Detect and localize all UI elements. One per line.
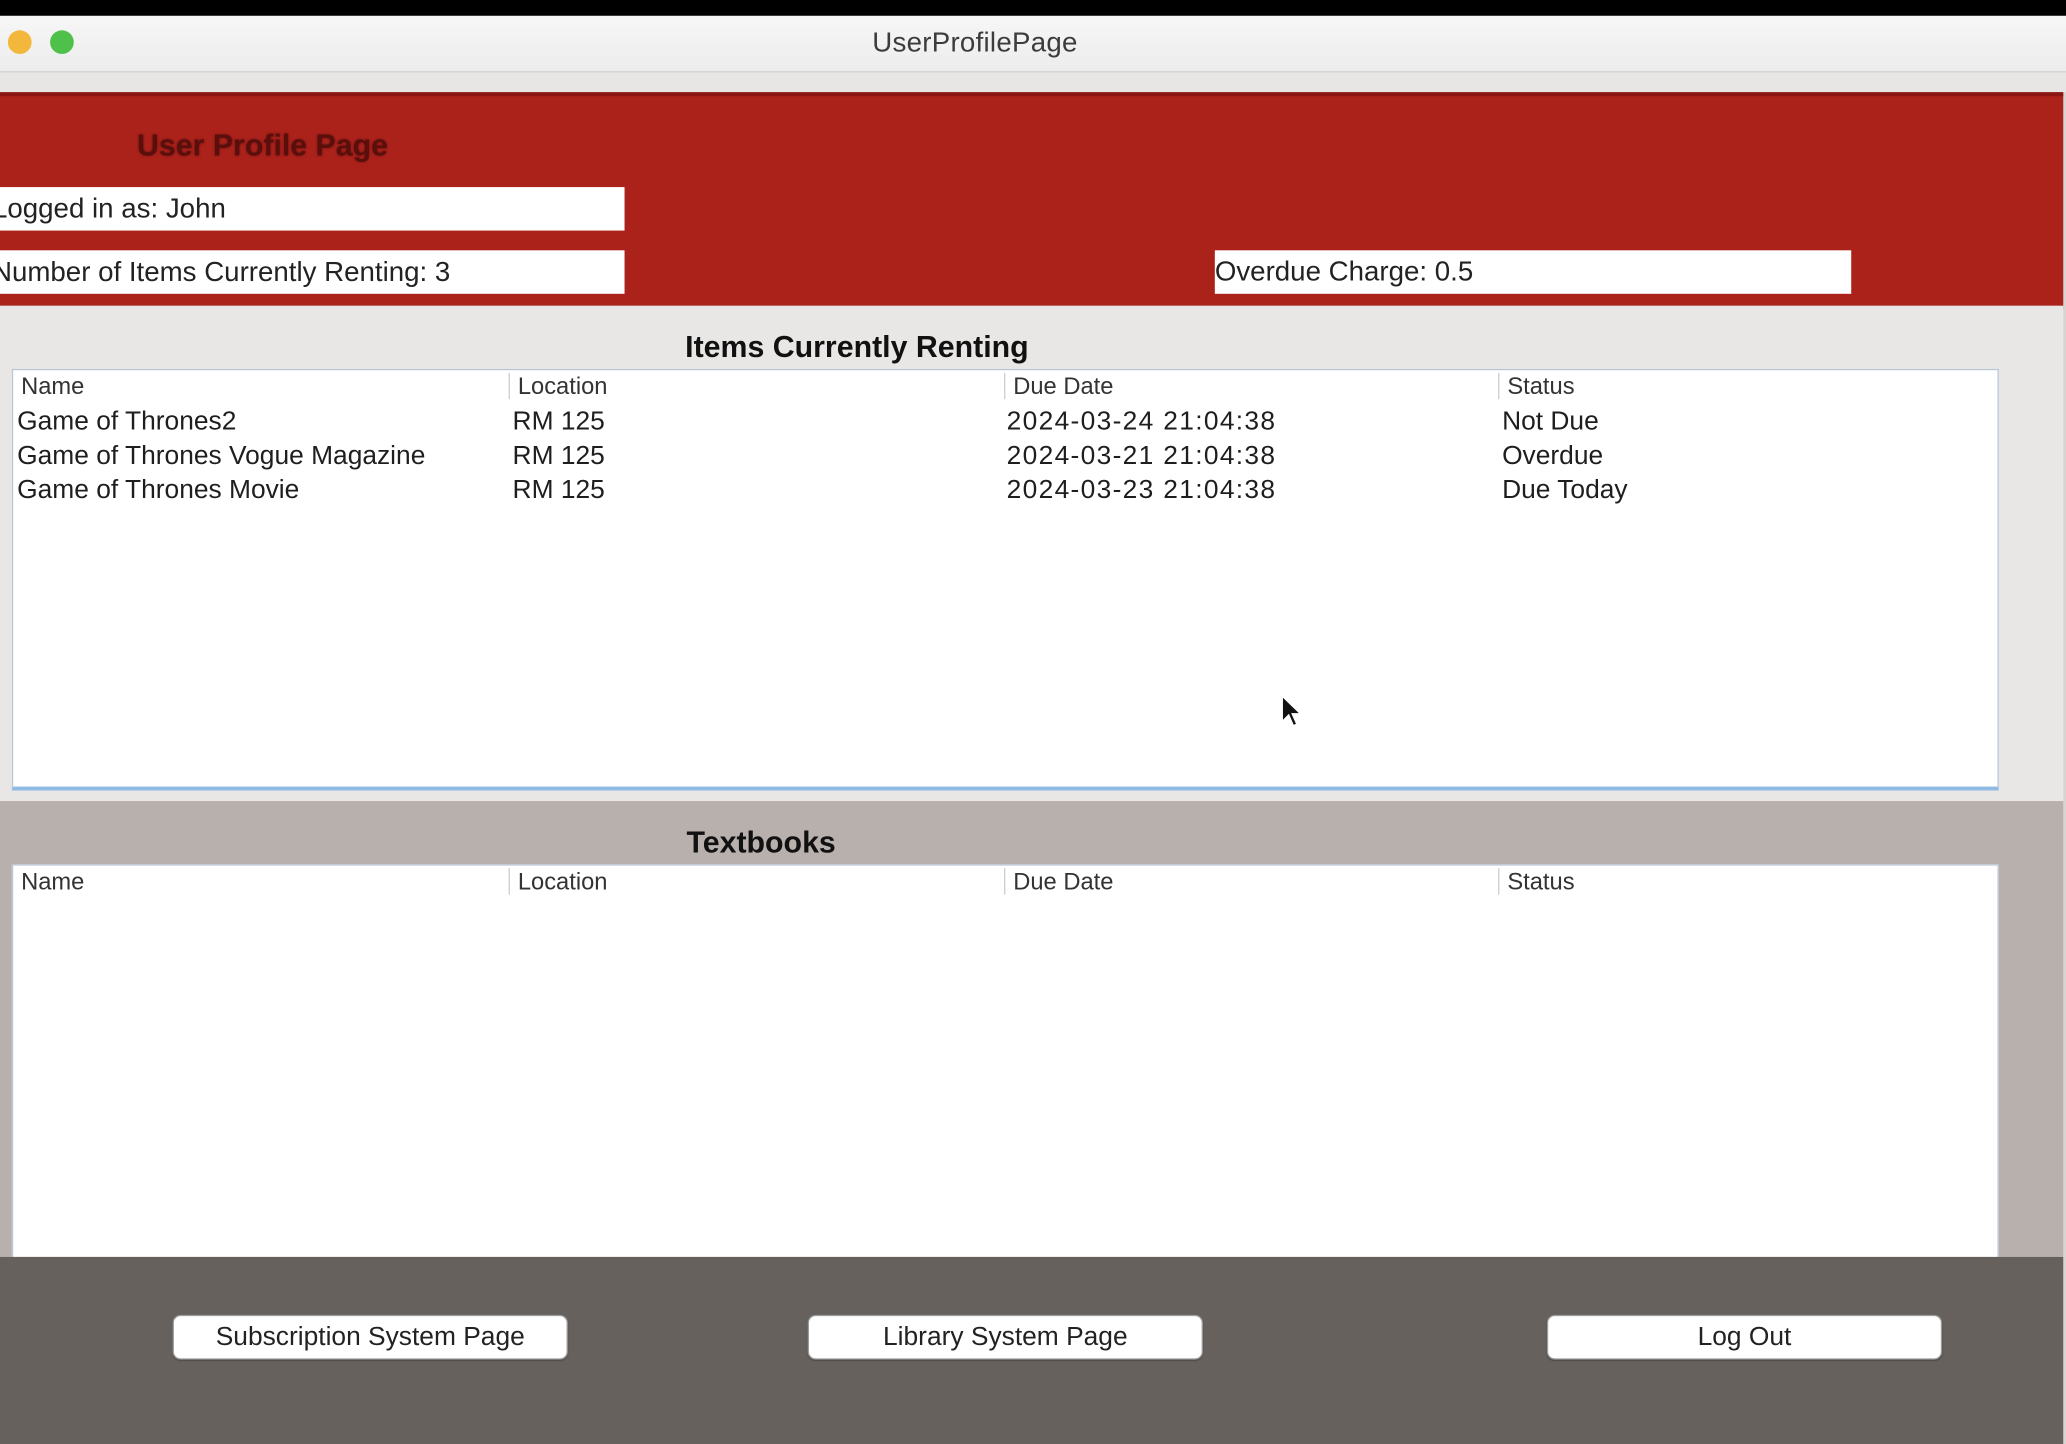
cell-status: Not Due bbox=[1502, 407, 1599, 437]
cell-name: Game of Thrones Movie bbox=[17, 475, 300, 505]
column-header-status[interactable]: Status bbox=[1498, 372, 1575, 400]
cell-location: RM 125 bbox=[512, 407, 605, 437]
column-header-status[interactable]: Status bbox=[1498, 868, 1575, 895]
window-title: UserProfilePage bbox=[872, 27, 1078, 58]
cell-name: Game of Thrones2 bbox=[17, 407, 237, 437]
cell-status: Overdue bbox=[1502, 441, 1604, 471]
library-system-button[interactable]: Library System Page bbox=[807, 1314, 1203, 1360]
page-title: User Profile Page bbox=[137, 127, 388, 163]
cell-due-date: 2024-03-21 21:04:38 bbox=[1006, 441, 1277, 471]
log-out-button[interactable]: Log Out bbox=[1546, 1314, 1943, 1360]
column-header-name[interactable]: Name bbox=[13, 868, 84, 894]
table-header: Name Location Due Date Status bbox=[13, 866, 1997, 898]
title-bar: UserProfilePage bbox=[0, 15, 2066, 73]
cell-location: RM 125 bbox=[512, 441, 605, 471]
overdue-charge-field: Overdue Charge: 0.5 bbox=[1214, 250, 1852, 294]
app-window: UserProfilePage User Profile Page Logged… bbox=[0, 15, 2066, 1444]
table-row[interactable]: Game of Thrones Vogue Magazine RM 125 20… bbox=[13, 439, 1997, 473]
table-header: Name Location Due Date Status bbox=[13, 370, 1997, 402]
textbooks-panel: Textbooks Name Location Due Date Status bbox=[0, 801, 2064, 1261]
logged-in-field: Logged in as: John bbox=[0, 187, 625, 231]
textbooks-title: Textbooks bbox=[686, 824, 836, 860]
rented-items-title: Items Currently Renting bbox=[685, 329, 1029, 364]
cell-location: RM 125 bbox=[512, 475, 605, 505]
column-header-due-date[interactable]: Due Date bbox=[1004, 868, 1113, 895]
column-header-due-date[interactable]: Due Date bbox=[1004, 372, 1113, 400]
table-row[interactable]: Game of Thrones Movie RM 125 2024-03-23 … bbox=[13, 473, 1997, 507]
subscription-system-button[interactable]: Subscription System Page bbox=[172, 1314, 568, 1360]
footer-bar: Subscription System Page Library System … bbox=[0, 1256, 2064, 1444]
column-header-location[interactable]: Location bbox=[508, 372, 607, 400]
column-header-location[interactable]: Location bbox=[508, 868, 607, 895]
rented-items-panel: Items Currently Renting Name Location Du… bbox=[0, 305, 2064, 804]
cell-name: Game of Thrones Vogue Magazine bbox=[17, 441, 426, 471]
mouse-pointer-icon bbox=[1281, 693, 1304, 728]
cell-due-date: 2024-03-23 21:04:38 bbox=[1006, 475, 1277, 505]
column-header-name[interactable]: Name bbox=[13, 373, 84, 399]
profile-header: User Profile Page Logged in as: John Num… bbox=[0, 92, 2064, 310]
cell-due-date: 2024-03-24 21:04:38 bbox=[1006, 407, 1277, 437]
rented-items-table[interactable]: Name Location Due Date Status Game of Th… bbox=[11, 368, 1999, 791]
items-count-field: Number of Items Currently Renting: 3 bbox=[0, 250, 625, 294]
title-bar-gap bbox=[0, 72, 2066, 94]
cell-status: Due Today bbox=[1502, 475, 1628, 505]
table-row[interactable]: Game of Thrones2 RM 125 2024-03-24 21:04… bbox=[13, 404, 1997, 438]
screen: UserProfilePage User Profile Page Logged… bbox=[0, 0, 2066, 1444]
textbooks-table[interactable]: Name Location Due Date Status bbox=[11, 864, 1999, 1261]
